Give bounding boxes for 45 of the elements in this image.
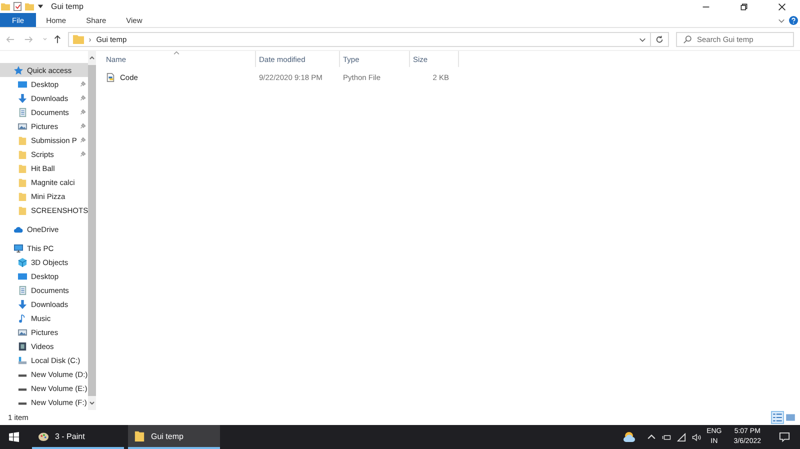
restore-icon[interactable]	[740, 2, 748, 10]
picture-icon	[18, 122, 27, 130]
search-icon	[682, 34, 692, 44]
film-icon	[18, 342, 27, 350]
refresh-icon	[655, 34, 664, 44]
battery-icon[interactable]	[662, 432, 671, 442]
scroll-down-icon[interactable]	[88, 399, 96, 407]
palette-icon	[38, 430, 49, 442]
help-icon[interactable]	[789, 16, 798, 24]
document-icon	[18, 108, 27, 116]
details-view-icon[interactable]	[772, 412, 783, 423]
download-arrow-icon	[18, 300, 27, 308]
python-file-icon	[106, 72, 115, 82]
notification-icon[interactable]	[779, 432, 790, 442]
speaker-icon[interactable]	[692, 432, 701, 442]
hard-drive-icon	[18, 356, 27, 364]
cloud-icon	[14, 224, 23, 234]
up-arrow-icon[interactable]	[52, 34, 62, 44]
desktop-icon	[18, 272, 27, 280]
taskbar-button[interactable]: 3 - Paint	[32, 425, 124, 449]
chevron-down-icon[interactable]	[778, 16, 785, 24]
weather-icon[interactable]	[622, 431, 637, 443]
windows-logo-icon[interactable]	[9, 432, 19, 442]
taskbar-button[interactable]: Gui temp	[128, 425, 220, 449]
cube-icon	[18, 258, 27, 266]
music-note-icon	[18, 314, 27, 322]
download-arrow-icon	[18, 94, 27, 102]
chevron-up-icon[interactable]	[646, 432, 656, 442]
folder-icon	[134, 430, 145, 442]
folder-icon	[72, 34, 84, 44]
document-icon	[18, 286, 27, 294]
refresh-button[interactable]	[651, 32, 669, 46]
desktop-icon	[18, 80, 27, 88]
thumbnails-view-icon[interactable]	[785, 412, 796, 423]
star-icon	[14, 66, 23, 74]
close-icon[interactable]	[778, 2, 786, 10]
wifi-icon[interactable]	[676, 432, 686, 442]
properties-icon[interactable]	[13, 2, 22, 11]
picture-icon	[18, 328, 27, 336]
sort-caret-icon	[173, 51, 180, 55]
chevron-down-icon[interactable]	[639, 36, 646, 42]
scroll-up-icon[interactable]	[88, 54, 96, 62]
dropdown-icon[interactable]	[37, 3, 44, 10]
window-title: Gui temp	[51, 2, 84, 11]
monitor-icon	[14, 244, 23, 252]
